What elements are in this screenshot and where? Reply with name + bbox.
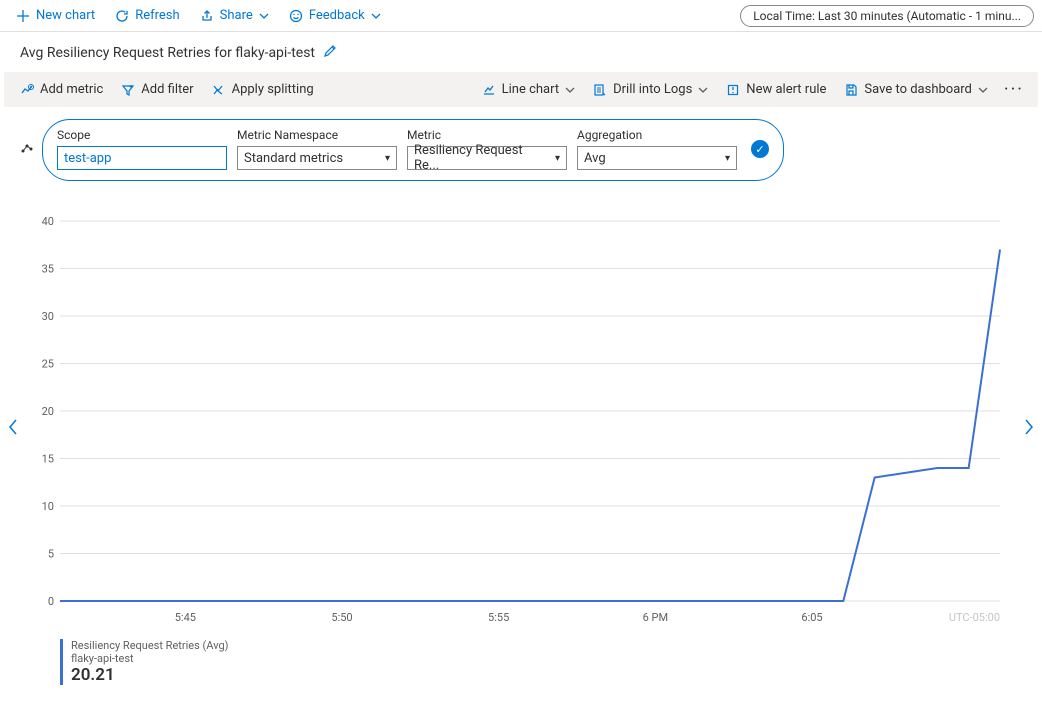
legend-resource: flaky-api-test (71, 652, 1022, 665)
plus-icon (16, 9, 30, 23)
svg-text:0: 0 (48, 595, 54, 608)
more-options-button[interactable]: ··· (998, 79, 1030, 100)
svg-text:10: 10 (42, 500, 54, 513)
add-metric-icon (20, 83, 34, 97)
new-chart-label: New chart (36, 8, 95, 23)
svg-text:40: 40 (42, 215, 54, 228)
scope-selector[interactable]: test-app (57, 146, 227, 170)
new-alert-button[interactable]: New alert rule (718, 78, 834, 101)
alert-icon (726, 83, 740, 97)
refresh-button[interactable]: Refresh (107, 4, 187, 27)
chart-type-label: Line chart (502, 82, 559, 97)
chevron-down-icon: ▾ (725, 153, 730, 164)
save-icon (844, 83, 858, 97)
metric-pill: Scope test-app Metric Namespace Standard… (42, 119, 784, 181)
svg-text:5:50: 5:50 (331, 611, 352, 624)
namespace-selector[interactable]: Standard metrics ▾ (237, 146, 397, 170)
pencil-icon (323, 44, 337, 58)
legend-series-name: Resiliency Request Retries (Avg) (71, 639, 1022, 652)
chevron-down-icon (371, 11, 381, 21)
svg-text:35: 35 (42, 263, 54, 276)
logs-icon (593, 83, 607, 97)
add-metric-button[interactable]: Add metric (12, 78, 111, 101)
chart-title: Avg Resiliency Request Retries for flaky… (20, 45, 315, 61)
svg-text:6 PM: 6 PM (643, 611, 668, 624)
add-metric-label: Add metric (40, 82, 103, 97)
refresh-icon (115, 9, 129, 23)
svg-text:5:55: 5:55 (488, 611, 509, 624)
share-button[interactable]: Share (192, 4, 277, 27)
legend-value: 20.21 (71, 665, 1022, 685)
refresh-label: Refresh (135, 8, 179, 23)
new-chart-button[interactable]: New chart (8, 4, 103, 27)
edit-title-button[interactable] (323, 44, 337, 62)
metric-selector-row: Scope test-app Metric Namespace Standard… (20, 119, 1022, 181)
prev-chart-button[interactable] (0, 411, 26, 448)
apply-splitting-button[interactable]: Apply splitting (204, 78, 322, 101)
svg-text:15: 15 (42, 453, 54, 466)
metric-value: Resiliency Request Re... (414, 143, 549, 173)
svg-text:6:05: 6:05 (801, 611, 822, 624)
chevron-right-icon (1022, 417, 1036, 437)
drill-logs-label: Drill into Logs (613, 82, 692, 97)
chart-legend[interactable]: Resiliency Request Retries (Avg) flaky-a… (60, 639, 1022, 685)
series-color-icon (20, 141, 34, 159)
feedback-button[interactable]: Feedback (281, 4, 389, 27)
svg-text:20: 20 (42, 405, 54, 418)
filter-icon (121, 83, 135, 97)
metric-label: Metric (407, 128, 567, 142)
drill-logs-button[interactable]: Drill into Logs (585, 78, 716, 101)
chart-area: 0 5 10 15 20 25 30 35 40 5:45 5:50 5:55 6 PM 6:05 UTC-… (20, 211, 1022, 685)
add-filter-label: Add filter (141, 82, 193, 97)
time-range-pill[interactable]: Local Time: Last 30 minutes (Automatic -… (740, 5, 1034, 27)
new-alert-label: New alert rule (746, 82, 826, 97)
save-dashboard-button[interactable]: Save to dashboard (836, 78, 995, 101)
aggregation-value: Avg (584, 151, 606, 166)
chevron-left-icon (6, 417, 20, 437)
namespace-label: Metric Namespace (237, 128, 397, 142)
svg-text:25: 25 (42, 358, 54, 371)
share-icon (200, 9, 214, 23)
aggregation-label: Aggregation (577, 128, 737, 142)
svg-text:30: 30 (42, 310, 54, 323)
smile-icon (289, 9, 303, 23)
apply-splitting-label: Apply splitting (232, 82, 314, 97)
metric-selector[interactable]: Resiliency Request Re... ▾ (407, 146, 567, 170)
chevron-down-icon (259, 11, 269, 21)
chevron-down-icon (978, 85, 988, 95)
feedback-label: Feedback (309, 8, 365, 23)
chevron-down-icon (698, 85, 708, 95)
chevron-down-icon (565, 85, 575, 95)
save-dashboard-label: Save to dashboard (864, 82, 971, 97)
svg-text:UTC-05:00: UTC-05:00 (949, 611, 1000, 624)
aggregation-selector[interactable]: Avg ▾ (577, 146, 737, 170)
confirm-badge[interactable]: ✓ (751, 140, 769, 158)
share-label: Share (220, 8, 253, 23)
chart-type-button[interactable]: Line chart (474, 78, 583, 101)
svg-text:5:45: 5:45 (175, 611, 196, 624)
namespace-value: Standard metrics (244, 151, 343, 166)
scope-value: test-app (64, 151, 111, 166)
line-chart: 0 5 10 15 20 25 30 35 40 5:45 5:50 5:55 6 PM 6:05 UTC-… (20, 211, 1020, 631)
chevron-down-icon: ▾ (555, 153, 560, 164)
scope-label: Scope (57, 128, 227, 142)
next-chart-button[interactable] (1016, 411, 1042, 448)
line-chart-icon (482, 83, 496, 97)
chart-title-row: Avg Resiliency Request Retries for flaky… (0, 32, 1042, 72)
split-icon (212, 83, 226, 97)
top-bar: New chart Refresh Share Feedback Local T… (0, 0, 1042, 32)
add-filter-button[interactable]: Add filter (113, 78, 201, 101)
metric-toolbar: Add metric Add filter Apply splitting Li… (4, 72, 1038, 107)
chevron-down-icon: ▾ (385, 153, 390, 164)
svg-text:5: 5 (48, 548, 54, 561)
